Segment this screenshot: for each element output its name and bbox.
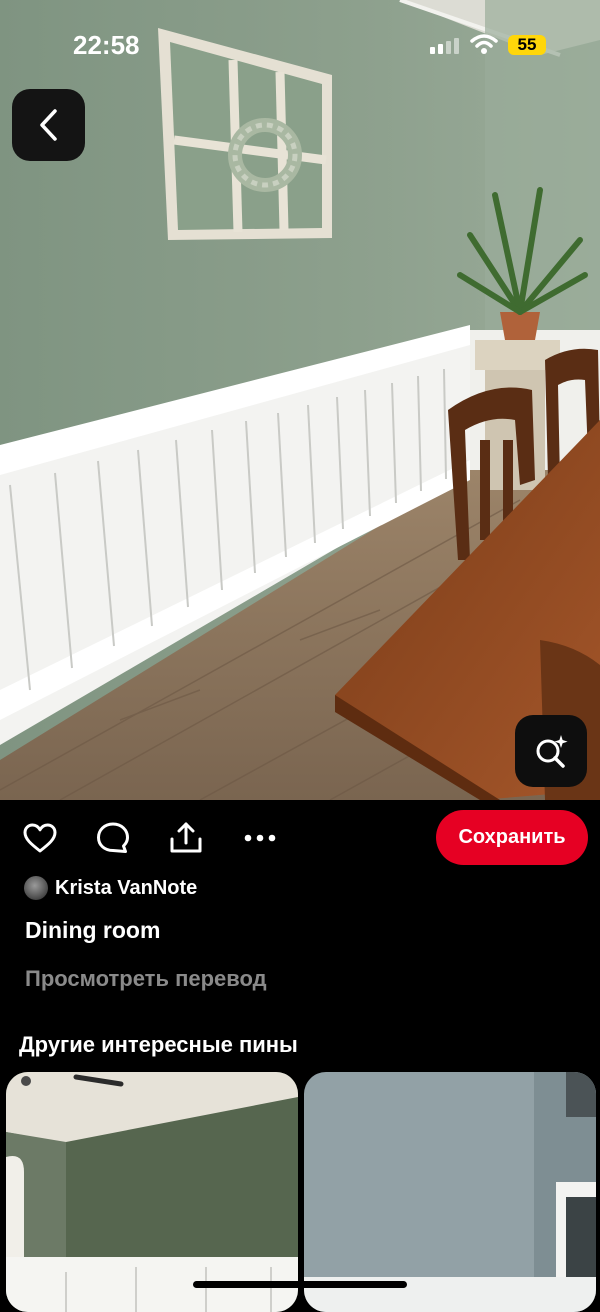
- related-pin-card[interactable]: [6, 1072, 298, 1312]
- like-button[interactable]: [20, 820, 60, 856]
- share-icon: [170, 822, 202, 853]
- home-indicator: [193, 1281, 407, 1288]
- back-button[interactable]: [12, 89, 85, 161]
- author-name: Krista VanNote: [55, 876, 198, 899]
- battery-icon: 55: [508, 35, 546, 55]
- status-bar: 22:58 55: [0, 0, 600, 90]
- chevron-left-icon: [39, 109, 57, 141]
- signal-icon: [430, 38, 459, 54]
- related-pin-card[interactable]: [304, 1072, 596, 1312]
- wifi-icon: [470, 34, 498, 54]
- pin-image[interactable]: [0, 0, 600, 800]
- pin-title: Dining room: [25, 917, 161, 943]
- comment-icon: [97, 822, 129, 853]
- view-translation-link[interactable]: Просмотреть перевод: [25, 966, 267, 992]
- save-button[interactable]: Сохранить: [436, 810, 588, 865]
- visual-search-button[interactable]: [515, 715, 587, 787]
- action-bar: Сохранить: [0, 800, 600, 876]
- more-options-button[interactable]: [240, 820, 280, 856]
- heart-icon: [23, 823, 57, 853]
- share-button[interactable]: [166, 820, 206, 856]
- more-icon: [244, 834, 276, 842]
- status-time: 22:58: [73, 30, 140, 60]
- author-link[interactable]: Krista VanNote: [24, 876, 197, 900]
- more-pins-heading: Другие интересные пины: [19, 1032, 298, 1057]
- avatar: [24, 876, 48, 900]
- lens-search-icon: [536, 735, 568, 768]
- comment-button[interactable]: [93, 820, 133, 856]
